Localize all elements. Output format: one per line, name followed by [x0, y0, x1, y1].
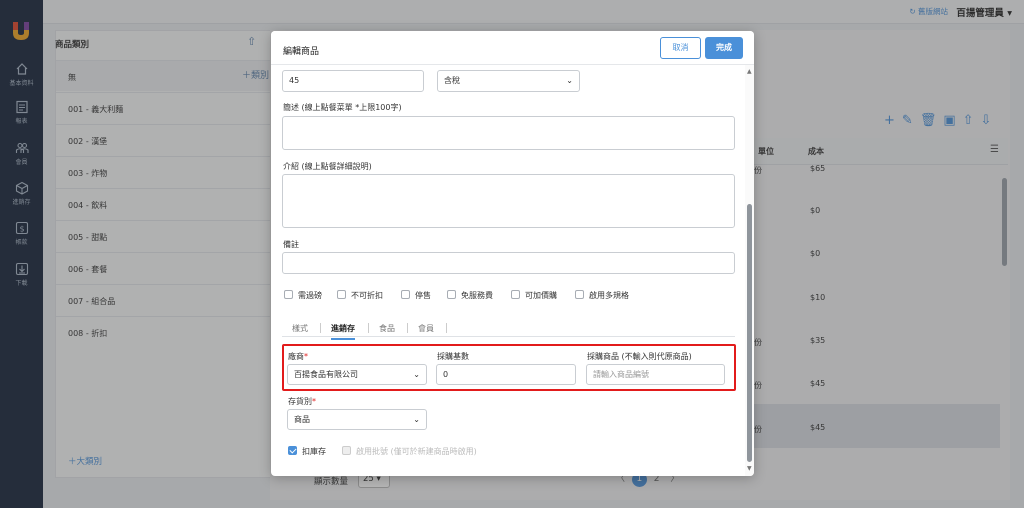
scroll-up-icon[interactable]: ▲	[747, 68, 752, 75]
stock-type-label: 存貨別*	[288, 397, 316, 406]
checkbox-box[interactable]	[284, 290, 293, 299]
checkbox-add-on-purchase[interactable]: 可加價購	[511, 290, 557, 301]
tab-style[interactable]: 樣式	[292, 323, 308, 334]
tab-inventory[interactable]: 進銷存	[331, 323, 355, 340]
chevron-down-icon: ⌄	[413, 415, 420, 424]
checkbox-no-service-fee[interactable]: 免服務費	[447, 290, 493, 301]
note-field[interactable]	[282, 252, 735, 274]
checkbox-deduct-stock[interactable]: 扣庫存	[288, 446, 326, 457]
scroll-down-icon[interactable]: ▼	[747, 465, 752, 472]
chevron-down-icon: ⌄	[566, 76, 573, 85]
intro-textarea[interactable]	[282, 174, 735, 228]
checkbox-discontinued[interactable]: 停售	[401, 290, 431, 301]
intro-label: 介紹 (線上點餐詳細說明)	[283, 162, 372, 171]
short-description-label: 簡述 (線上點餐菜單 *上限100字)	[283, 103, 402, 112]
checkbox-enable-batch: 啟用批號 (僅可於新建商品時啟用)	[342, 446, 477, 457]
tab-member[interactable]: 會員	[418, 323, 434, 334]
checkbox-box[interactable]	[337, 290, 346, 299]
checkbox-box[interactable]	[511, 290, 520, 299]
short-description-textarea[interactable]	[282, 116, 735, 150]
cancel-button[interactable]: 取消	[660, 37, 701, 59]
tab-food[interactable]: 食品	[379, 323, 395, 334]
checkbox-box[interactable]	[288, 446, 297, 455]
tax-select[interactable]: 含稅 ⌄	[437, 70, 580, 92]
price-field[interactable]: 45	[282, 70, 424, 92]
checkbox-box[interactable]	[401, 290, 410, 299]
checkbox-box	[342, 446, 351, 455]
done-button[interactable]: 完成	[705, 37, 743, 59]
checkbox-weighing[interactable]: 需過磅	[284, 290, 322, 301]
checkbox-box[interactable]	[575, 290, 584, 299]
checkbox-box[interactable]	[447, 290, 456, 299]
dialog-header: 編輯商品 取消 完成	[271, 31, 754, 65]
dialog-title: 編輯商品	[283, 47, 320, 57]
tab-divider	[282, 336, 735, 337]
edit-product-dialog: 編輯商品 取消 完成 45 含稅 ⌄ 簡述 (線上點餐菜單 *上限100字) 介紹…	[271, 31, 754, 476]
checkbox-multi-spec[interactable]: 啟用多規格	[575, 290, 629, 301]
note-label: 備註	[283, 240, 299, 249]
highlight-box	[282, 344, 736, 391]
dialog-scrollbar-thumb[interactable]	[747, 204, 752, 462]
checkbox-no-discount[interactable]: 不可折扣	[337, 290, 383, 301]
stock-type-select[interactable]: 商品 ⌄	[287, 409, 427, 430]
required-mark: *	[312, 397, 316, 406]
